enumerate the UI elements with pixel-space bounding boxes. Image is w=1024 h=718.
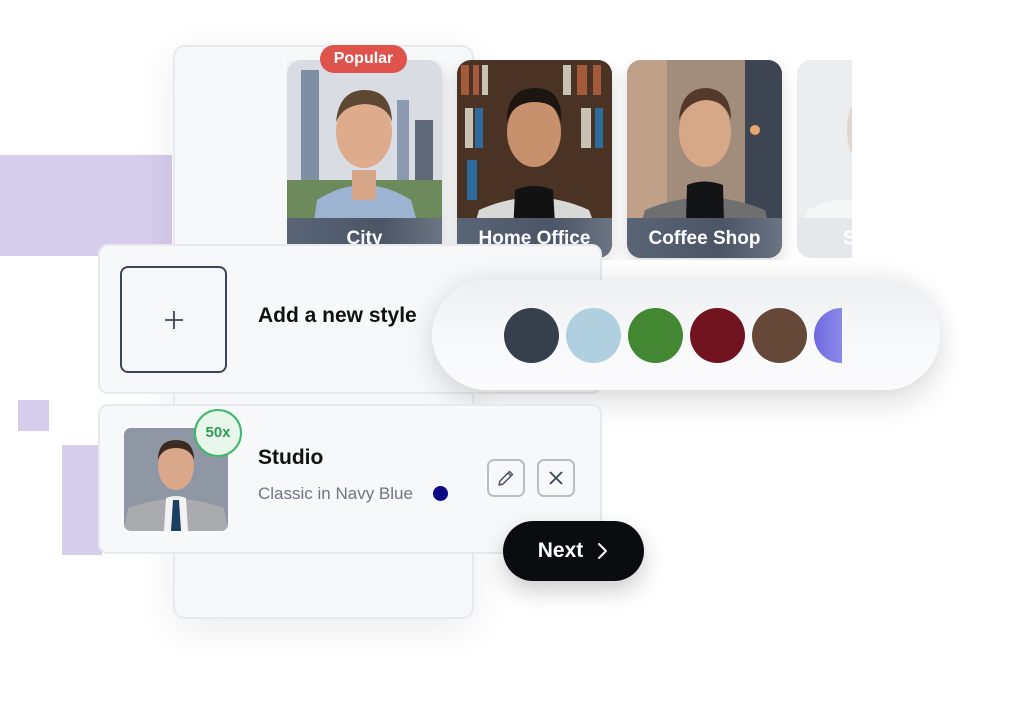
decorative-block: [0, 155, 172, 256]
style-card-coffee-shop[interactable]: Coffee Shop: [627, 60, 782, 258]
decorative-block: [18, 400, 49, 431]
plus-icon: [165, 311, 183, 329]
next-button[interactable]: Next: [503, 521, 644, 581]
selected-style-title: Studio: [258, 446, 324, 469]
style-card-home-office[interactable]: Home Office: [457, 60, 612, 258]
color-swatches: [504, 308, 842, 364]
color-swatch-brown[interactable]: [752, 308, 807, 363]
decorative-block: [62, 445, 102, 555]
style-carousel: City Home Office Coffee Shop S: [287, 60, 852, 260]
color-swatch-periwinkle[interactable]: [814, 308, 842, 363]
style-card-label: Coffee Shop: [627, 218, 782, 258]
next-button-label: Next: [537, 539, 584, 562]
selected-color-dot: [433, 486, 448, 501]
color-swatch-burgundy[interactable]: [690, 308, 745, 363]
color-swatch-green[interactable]: [628, 308, 683, 363]
style-card-partial[interactable]: S: [797, 60, 852, 258]
add-style-button[interactable]: [120, 266, 227, 373]
popular-badge: Popular: [320, 45, 407, 73]
remove-style-button[interactable]: [537, 459, 575, 497]
color-swatch-light-blue[interactable]: [566, 308, 621, 363]
count-badge: 50x: [194, 409, 242, 457]
chevron-right-icon: [598, 543, 608, 559]
style-card-label: S: [797, 218, 852, 258]
close-icon: [549, 471, 563, 485]
pencil-icon: [498, 470, 514, 486]
add-style-label: Add a new style: [258, 304, 417, 327]
edit-style-button[interactable]: [487, 459, 525, 497]
selected-style-subtitle: Classic in Navy Blue: [258, 484, 413, 503]
color-swatch-charcoal[interactable]: [504, 308, 559, 363]
color-picker: [432, 280, 940, 390]
style-card-city[interactable]: City: [287, 60, 442, 258]
